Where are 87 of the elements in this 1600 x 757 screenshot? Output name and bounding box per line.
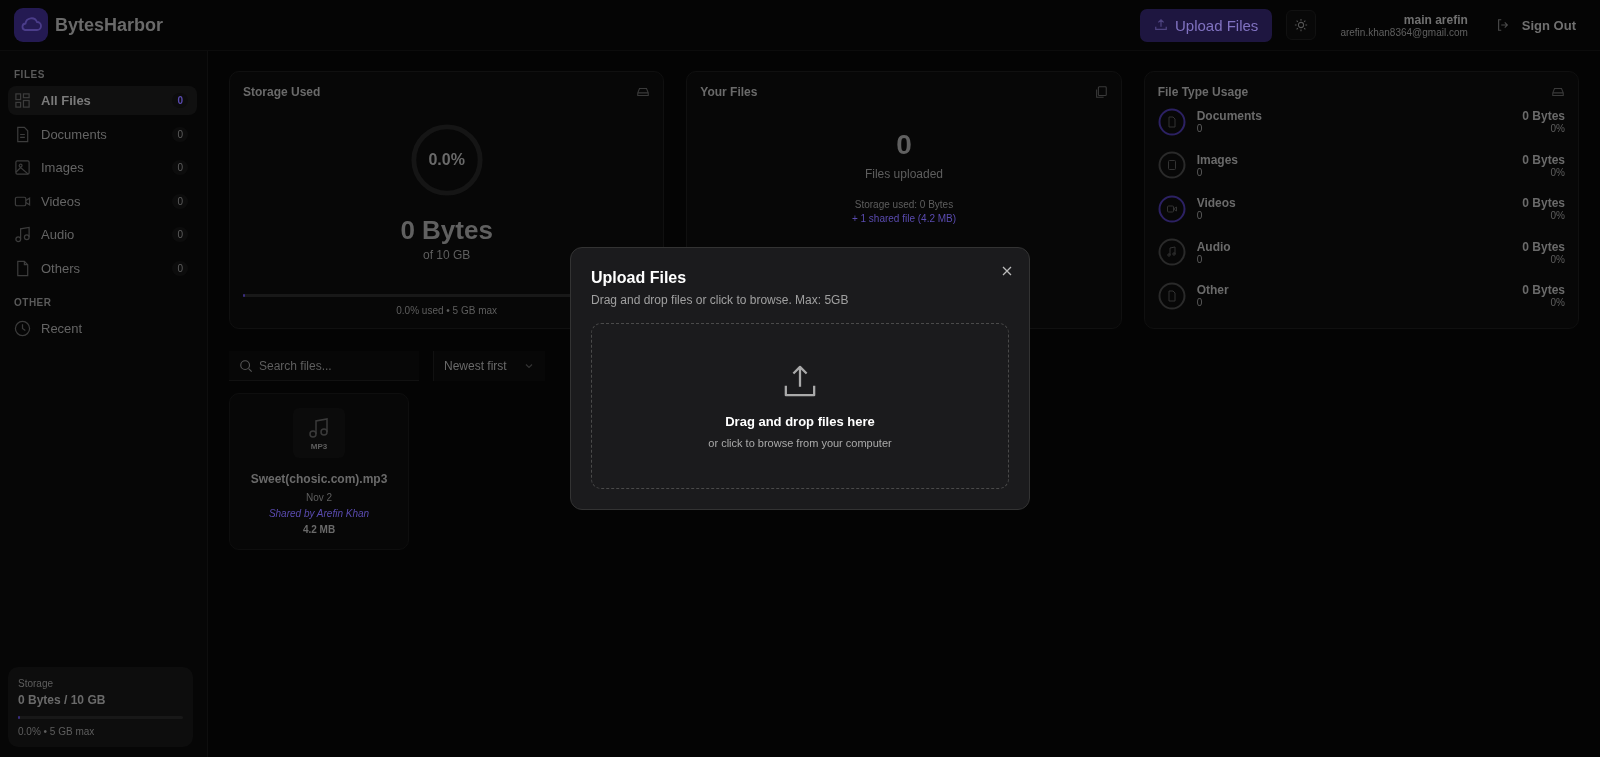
clock-icon: [14, 319, 31, 337]
image-icon: [14, 159, 31, 176]
close-icon: [1001, 265, 1013, 277]
count-badge: 0: [172, 126, 188, 142]
type-percent: 0%: [1550, 210, 1565, 222]
storage-label: Storage: [18, 678, 55, 689]
sign-out-button[interactable]: Sign Out: [1489, 17, 1586, 33]
cloud-logo-icon: [14, 8, 48, 42]
upload-icon: [1154, 18, 1168, 32]
sidebar-item[interactable]: Others 0: [8, 253, 197, 283]
music-note-icon: [307, 415, 331, 440]
storage-amount: 0 Bytes: [400, 215, 493, 246]
drop-title: Drag and drop files here: [725, 413, 875, 429]
type-percent: 0%: [1550, 253, 1565, 265]
sidebar-item[interactable]: Images 0: [8, 153, 197, 182]
file-size: 4.2 MB: [302, 524, 336, 535]
storage-note: 0.0% • 5 GB max: [18, 726, 96, 737]
type-percent: 0%: [1550, 166, 1565, 178]
type-label: Images: [1196, 152, 1239, 167]
card-title: File Type Usage: [1157, 85, 1249, 99]
shared-by-text: Shared by Arefin Khan: [268, 508, 370, 519]
shared-files-text: + 1 shared file (4.2 MB): [851, 213, 957, 224]
brand-name: BytesHarbor: [55, 14, 164, 36]
drive-icon: [1551, 85, 1565, 99]
section-title: FILES: [13, 69, 46, 80]
sidebar-item[interactable]: Audio 0: [8, 220, 197, 249]
count-badge: 0: [172, 193, 188, 209]
sidebar-item[interactable]: Documents 0: [8, 119, 197, 149]
type-label: Other: [1196, 283, 1230, 298]
upload-icon: [783, 363, 817, 398]
file-name: Sweet(chosic.com).mp3: [250, 472, 388, 486]
count-badge: 0: [172, 160, 188, 175]
user-email: arefin.khan8364@gmail.com: [1340, 26, 1468, 38]
type-label: Audio: [1196, 239, 1232, 254]
copy-icon: [1093, 85, 1108, 99]
sign-out-icon: [1495, 18, 1510, 32]
files-caption: Files uploaded: [864, 167, 943, 181]
video-type-icon: [1157, 194, 1186, 223]
count-badge: 0: [172, 260, 188, 276]
sun-icon: [1294, 18, 1309, 32]
dialog-title: Upload Files: [591, 269, 688, 287]
storage-used-text: Storage used: 0 Bytes: [854, 199, 954, 210]
count-badge: 0: [172, 227, 188, 242]
sidebar-item[interactable]: Videos 0: [8, 186, 197, 216]
type-size: 0 Bytes: [1522, 239, 1565, 254]
type-label: Videos: [1196, 196, 1237, 211]
drop-hint: or click to browse from your computer: [708, 436, 892, 449]
dialog-subtitle: Drag and drop files or click to browse. Max: 5GB: [591, 293, 850, 307]
drive-icon: [636, 85, 651, 99]
file-card[interactable]: MP3 Sweet(chosic.com).mp3 Nov 2 Shared by Arefin Khan 4.2 MB: [229, 393, 409, 550]
image-type-icon: [1157, 151, 1186, 180]
grid-icon: [14, 92, 31, 109]
type-percent: 0%: [1550, 123, 1565, 135]
storage-total: of 10 GB: [422, 248, 471, 262]
drop-zone[interactable]: Drag and drop files here or click to browse from your computer: [591, 323, 1009, 489]
type-label: Documents: [1196, 109, 1263, 124]
file-date: Nov 2: [305, 492, 333, 503]
file-icon: [14, 259, 31, 277]
type-size: 0 Bytes: [1522, 109, 1565, 124]
card-title: Your Files: [700, 85, 758, 99]
files-count: 0: [896, 129, 912, 161]
percent-text: 0.0%: [428, 152, 465, 168]
type-size: 0 Bytes: [1522, 152, 1565, 167]
document-type-icon: [1157, 107, 1186, 136]
storage-note: 0.0% used • 5 GB max: [395, 305, 499, 316]
type-count: 0: [1196, 123, 1204, 135]
storage-value: 0 Bytes / 10 GB: [18, 693, 107, 707]
type-count: 0: [1196, 297, 1204, 309]
type-count: 0: [1196, 210, 1204, 222]
user-name: main arefin: [1403, 12, 1468, 27]
file-type-label: MP3: [310, 441, 328, 451]
section-title: OTHER: [13, 296, 53, 308]
type-size: 0 Bytes: [1522, 283, 1565, 298]
sidebar-item[interactable]: Recent: [8, 313, 197, 343]
file-type-icon: [1157, 281, 1186, 310]
card-title: Storage Used: [243, 85, 321, 99]
type-count: 0: [1196, 166, 1203, 178]
count-badge: 0: [172, 93, 188, 108]
audio-icon: [14, 226, 31, 243]
type-percent: 0%: [1550, 297, 1565, 309]
type-size: 0 Bytes: [1522, 196, 1565, 211]
type-count: 0: [1196, 253, 1204, 265]
theme-toggle-button[interactable]: [1286, 10, 1317, 40]
upload-files-button[interactable]: Upload Files: [1140, 8, 1273, 42]
document-icon: [14, 125, 31, 143]
audio-type-icon: [1157, 238, 1186, 267]
sidebar-item[interactable]: All Files 0: [8, 86, 197, 115]
